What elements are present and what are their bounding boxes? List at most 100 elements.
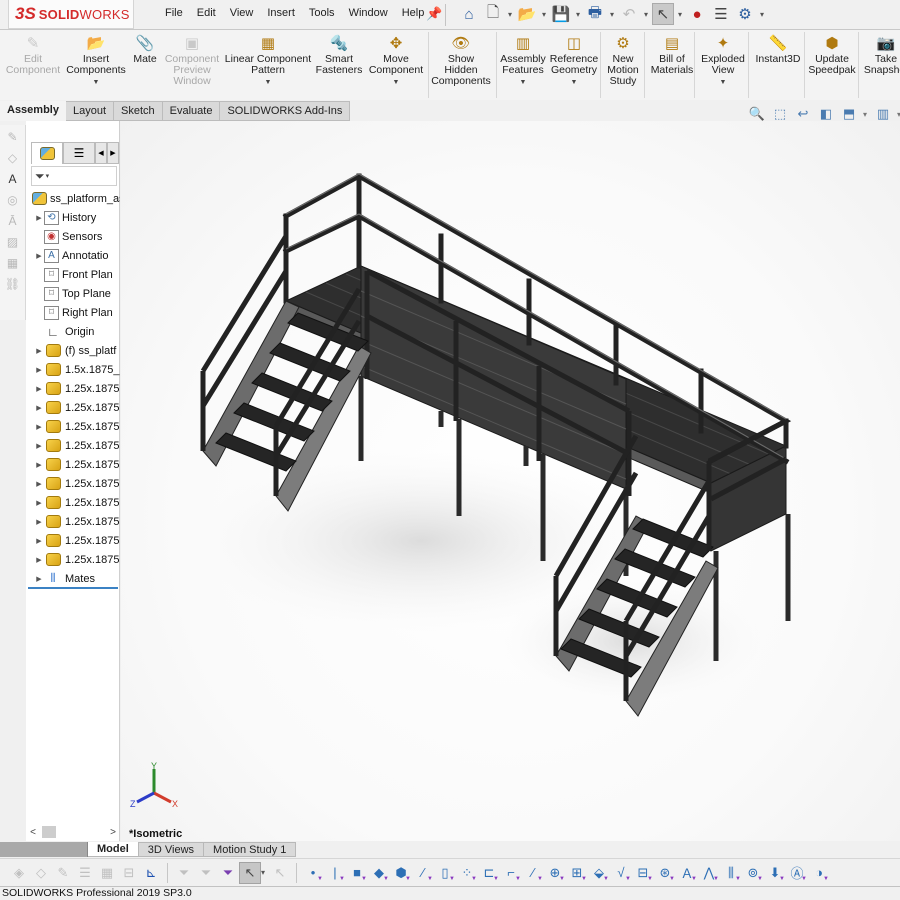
filter-surface-finish-icon[interactable]: √ ▼ [610,862,632,884]
take-snapshot-button[interactable]: 📷Take Snapshot [860,34,900,76]
assembly-features-button[interactable]: ▥ Assembly Features ▼ [498,34,548,88]
instant3d-button[interactable]: 📏 Instant3D [752,34,804,65]
chevron-down-icon[interactable]: ▾ [261,868,269,877]
filter-vertices-icon[interactable]: • ▼ [302,862,324,884]
axis-color-icon[interactable]: ⊾ [140,862,162,884]
filter-appearance-icon[interactable]: ◑ ▼ [808,862,830,884]
image-icon[interactable]: ▨ [3,233,23,251]
insert-components-button[interactable]: 📂 Insert Components ▼ [64,34,128,88]
filter-clear-icon[interactable]: ⏷ [195,862,217,884]
scroll-track[interactable] [40,826,106,838]
tree-item[interactable]: ▶ (f) ss_platf [26,341,120,360]
chevron-down-icon[interactable]: ▼ [265,77,272,88]
filter-axes-icon[interactable]: ⁄ ▼ [412,862,434,884]
filter-active-icon[interactable]: ⏷ [217,862,239,884]
expand-arrow-icon[interactable]: ▶ [34,499,44,507]
menu-view[interactable]: View [223,7,261,19]
filter-datum-icon[interactable]: ⊛ ▼ [654,862,676,884]
zoom-to-fit-icon[interactable]: 🔍 [748,106,766,122]
tab-layout[interactable]: Layout [65,101,115,121]
expand-arrow-icon[interactable]: ▶ [34,556,44,564]
expand-arrow-icon[interactable]: ▶ [34,385,44,393]
tree-item[interactable]: ▶ ⦀ Mates [26,569,120,588]
filter-datum-targets-icon[interactable]: Ａ ▼ [676,862,698,884]
chevron-down-icon[interactable]: ▾ [863,110,869,119]
scroll-left-arrow[interactable]: < [26,827,40,838]
tree-item[interactable]: ▶ 1.25x.1875 [26,417,120,436]
home-icon[interactable]: ⌂ [458,3,480,25]
bill-of-materials-button[interactable]: ▤ Bill of Materials [648,34,696,76]
hide-show-icon[interactable]: ◈ [8,862,30,884]
filter-edges-icon[interactable]: | ▼ [324,862,346,884]
chevron-down-icon[interactable]: ▼ [720,77,727,88]
pin-menu-icon[interactable]: 📌 [426,6,442,22]
scroll-right-arrow[interactable]: > [106,827,120,838]
tree-item[interactable]: ⌑ Right Plan [26,303,120,322]
tree-item[interactable]: ◉ Sensors [26,227,120,246]
new-motion-study-button[interactable]: ⚙ New Motion Study [604,34,642,87]
tab-solidworks-add-ins[interactable]: SOLIDWORKS Add-Ins [220,101,351,121]
filter-sketch-segments-icon[interactable]: ⊏ ▼ [478,862,500,884]
filter-midpoints-icon[interactable]: ⌐ ▼ [500,862,522,884]
solidworks-logo[interactable]: 3S SOLIDWORKS [8,0,134,29]
reference-geometry-button[interactable]: ◫ Reference Geometry ▼ [548,34,600,88]
filter-dowel-icon[interactable]: ⬇ ▼ [764,862,786,884]
chevron-down-icon[interactable]: ▼ [520,77,527,88]
feature-tree-tab[interactable] [31,142,63,164]
link-icon[interactable]: ⛓ [3,275,23,293]
section-view-icon[interactable]: ◧ [817,106,835,122]
grid-filter-icon[interactable]: ▦ [96,862,118,884]
previous-view-icon[interactable]: ↩ [794,106,812,122]
chevron-down-icon[interactable]: ▾ [758,10,766,19]
tree-item[interactable]: ▶ A Annotatio [26,246,120,265]
panel-grip[interactable] [26,121,119,141]
menu-window[interactable]: Window [342,7,395,19]
property-manager-tab[interactable]: ☰ [63,142,95,164]
tree-item[interactable]: ⌑ Front Plan [26,265,120,284]
ruler-icon[interactable]: ⊟ [118,862,140,884]
new-document-icon[interactable]: 🗋 [482,3,504,25]
tree-item[interactable]: ▶ 1.25x.1875 [26,436,120,455]
expand-arrow-icon[interactable]: ▶ [34,461,44,469]
filter-planes-icon[interactable]: ▯ ▼ [434,862,456,884]
expand-arrow-icon[interactable]: ▶ [34,442,44,450]
grid-icon[interactable]: ▦ [3,254,23,272]
tree-item[interactable]: ▶ 1.25x.1875 [26,550,120,569]
tree-item[interactable]: ▶ 1.25x.1875 [26,493,120,512]
filter-surface-bodies-icon[interactable]: ◆ ▼ [368,862,390,884]
move-component-button[interactable]: ✥ Move Component ▼ [366,34,426,88]
filter-solid-bodies-icon[interactable]: ⬢ ▼ [390,862,412,884]
menu-file[interactable]: File [158,7,190,19]
filter-weld-icon[interactable]: ⋀ ▼ [698,862,720,884]
filter-annotation-icon[interactable]: Ⓐ ▼ [786,862,808,884]
annotation-note-icon[interactable]: A [3,170,23,188]
chevron-down-icon[interactable]: ▾ [540,10,548,19]
filter-toggle-icon[interactable]: ⏷ [173,862,195,884]
open-folder-icon[interactable]: 📂 [516,3,538,25]
select-other-icon[interactable]: ↖ [269,862,291,884]
tab-navigation-arrows[interactable] [0,842,88,857]
menu-insert[interactable]: Insert [260,7,302,19]
filter-notes-icon[interactable]: ⬙ ▼ [588,862,610,884]
tab-sketch[interactable]: Sketch [114,101,163,121]
tab-3d-views[interactable]: 3D Views [138,842,205,857]
rebuild-traffic-light-icon[interactable]: ● [686,3,708,25]
tree-item[interactable]: ▶ 1.25x.1875 [26,474,120,493]
tab-scroll-left[interactable]: ◀ [95,142,107,164]
tree-root-assembly[interactable]: ss_platform_as [26,189,120,208]
chevron-down-icon[interactable]: ▾ [608,10,616,19]
select-arrow-icon[interactable]: ↖ [239,861,261,884]
expand-arrow-icon[interactable]: ▶ [34,252,44,260]
print-icon[interactable]: 🖶 [584,3,606,25]
expand-arrow-icon[interactable]: ▶ [34,404,44,412]
expand-arrow-icon[interactable]: ▶ [34,537,44,545]
scroll-thumb[interactable] [42,826,56,838]
select-arrow-icon[interactable]: ↖ [652,3,674,25]
platform-model[interactable]: Y X Z [121,121,900,841]
tree-filter[interactable]: ⏷ ▾ [31,166,117,186]
menu-edit[interactable]: Edit [190,7,223,19]
linear-component-pattern-button[interactable]: ▦ Linear Component Pattern ▼ [222,34,314,88]
tab-motion-study-1[interactable]: Motion Study 1 [204,842,297,857]
smart-dimension-icon[interactable]: ◇ [3,149,23,167]
filter-blocks-icon[interactable]: ⫼ ▼ [720,862,742,884]
